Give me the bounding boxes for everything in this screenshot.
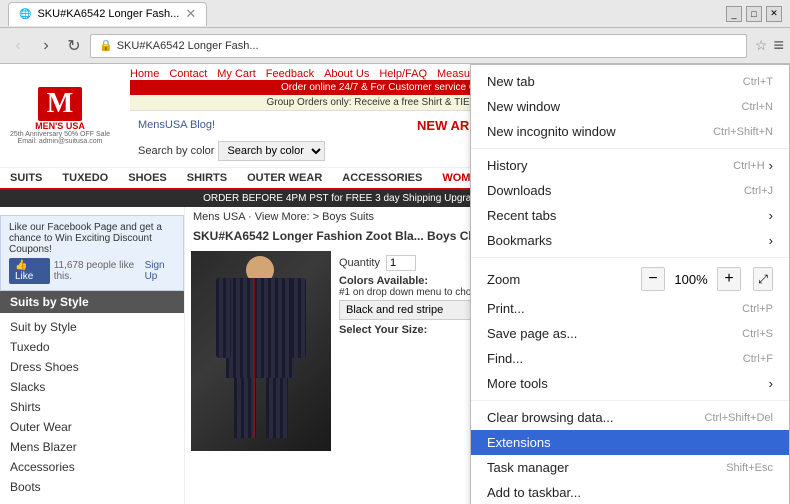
sidebar-item-accessories[interactable]: Accessories bbox=[0, 457, 184, 477]
nav-help[interactable]: Help/FAQ bbox=[379, 68, 427, 80]
sidebar-item-tuxedo[interactable]: Tuxedo bbox=[0, 337, 184, 357]
product-image bbox=[191, 251, 331, 451]
zoom-fullscreen-button[interactable]: ⤢ bbox=[753, 267, 773, 291]
facebook-like-button[interactable]: 👍 Like bbox=[9, 258, 50, 284]
nav-suits[interactable]: SUITS bbox=[0, 168, 52, 188]
tab-favicon: 🌐 bbox=[19, 9, 31, 20]
sidebar-item-suit-by-style[interactable]: Suit by Style bbox=[0, 317, 184, 337]
nav-home[interactable]: Home bbox=[130, 68, 159, 80]
nav-cart[interactable]: My Cart bbox=[217, 68, 256, 80]
logo-anniversary: 25th Anniversary 50% OFF Sale bbox=[10, 131, 110, 138]
nav-accessories[interactable]: ACCESSORIES bbox=[332, 168, 432, 188]
nav-about[interactable]: About Us bbox=[324, 68, 369, 80]
blog-link[interactable]: MensUSA Blog! bbox=[138, 119, 215, 131]
logo-letter: M bbox=[38, 87, 82, 121]
nav-shoes[interactable]: SHOES bbox=[118, 168, 177, 188]
menu-more-tools[interactable]: More tools › bbox=[471, 371, 789, 396]
menu-section-zoom: Zoom − 100% + ⤢ Print... Ctrl+P Save pag… bbox=[471, 258, 789, 401]
browser-frame: 🌐 SKU#KA6542 Longer Fash... ✕ _ □ ✕ ‹ › … bbox=[0, 0, 790, 504]
figure-right-leg bbox=[266, 378, 288, 438]
sidebar: Like our Facebook Page and get a chance … bbox=[0, 207, 185, 504]
nav-outer-wear[interactable]: OUTER WEAR bbox=[237, 168, 332, 188]
menu-bookmarks[interactable]: Bookmarks › bbox=[471, 228, 789, 253]
sidebar-item-dress-shoes[interactable]: Dress Shoes bbox=[0, 357, 184, 377]
sidebar-item-outer-wear[interactable]: Outer Wear bbox=[0, 417, 184, 437]
url-text: SKU#KA6542 Longer Fash... bbox=[117, 40, 259, 52]
figure-body bbox=[226, 278, 294, 378]
minimize-button[interactable]: _ bbox=[726, 6, 742, 22]
sidebar-item-mens-blazer[interactable]: Mens Blazer bbox=[0, 437, 184, 457]
security-icon: 🔒 bbox=[99, 39, 113, 52]
browser-tab[interactable]: 🌐 SKU#KA6542 Longer Fash... ✕ bbox=[8, 2, 207, 26]
zoom-plus-button[interactable]: + bbox=[717, 267, 741, 291]
search-by-color-label: Search by color bbox=[138, 145, 214, 157]
forward-button[interactable]: › bbox=[34, 34, 58, 58]
tab-title: SKU#KA6542 Longer Fash... bbox=[37, 8, 179, 20]
tab-close-button[interactable]: ✕ bbox=[185, 6, 196, 22]
back-button[interactable]: ‹ bbox=[6, 34, 30, 58]
menu-history[interactable]: History Ctrl+H › bbox=[471, 153, 789, 178]
menu-section-history: History Ctrl+H › Downloads Ctrl+J Recent… bbox=[471, 149, 789, 258]
menu-print[interactable]: Print... Ctrl+P bbox=[471, 296, 789, 321]
context-menu: New tab Ctrl+T New window Ctrl+N New inc… bbox=[470, 64, 790, 504]
menu-new-window[interactable]: New window Ctrl+N bbox=[471, 94, 789, 119]
facebook-box: Like our Facebook Page and get a chance … bbox=[0, 215, 184, 291]
window-controls: _ □ ✕ bbox=[726, 6, 782, 22]
logo-email: Email: admin@suitusa.com bbox=[18, 138, 103, 145]
facebook-count: 11,678 people like this. bbox=[54, 260, 141, 282]
chrome-menu-icon[interactable]: ≡ bbox=[773, 35, 784, 56]
nav-tuxedo[interactable]: TUXEDO bbox=[52, 168, 118, 188]
menu-find[interactable]: Find... Ctrl+F bbox=[471, 346, 789, 371]
menu-section-dev: Clear browsing data... Ctrl+Shift+Del Ex… bbox=[471, 401, 789, 504]
figure-left-arm bbox=[216, 278, 231, 358]
menu-save-page[interactable]: Save page as... Ctrl+S bbox=[471, 321, 789, 346]
address-bar[interactable]: 🔒 SKU#KA6542 Longer Fash... bbox=[90, 34, 747, 58]
figure-right-arm bbox=[291, 278, 306, 358]
close-button[interactable]: ✕ bbox=[766, 6, 782, 22]
logo-area: M MEN'S USA 25th Anniversary 50% OFF Sal… bbox=[10, 87, 110, 145]
nav-bar: ‹ › ↻ 🔒 SKU#KA6542 Longer Fash... ☆ ≡ bbox=[0, 28, 790, 64]
nav-shirts[interactable]: SHIRTS bbox=[177, 168, 237, 188]
menu-clear-browsing[interactable]: Clear browsing data... Ctrl+Shift+Del bbox=[471, 405, 789, 430]
sidebar-title: Suits by Style bbox=[0, 291, 184, 313]
title-bar: 🌐 SKU#KA6542 Longer Fash... ✕ _ □ ✕ bbox=[0, 0, 790, 28]
maximize-button[interactable]: □ bbox=[746, 6, 762, 22]
zoom-minus-button[interactable]: − bbox=[641, 267, 665, 291]
menu-downloads[interactable]: Downloads Ctrl+J bbox=[471, 178, 789, 203]
menu-section-new: New tab Ctrl+T New window Ctrl+N New inc… bbox=[471, 65, 789, 149]
reload-button[interactable]: ↻ bbox=[62, 34, 86, 58]
nav-feedback[interactable]: Feedback bbox=[266, 68, 314, 80]
sidebar-item-shirts[interactable]: Shirts bbox=[0, 397, 184, 417]
bookmark-star-icon[interactable]: ☆ bbox=[755, 37, 768, 54]
menu-task-manager[interactable]: Task manager Shift+Esc bbox=[471, 455, 789, 480]
menu-new-tab[interactable]: New tab Ctrl+T bbox=[471, 69, 789, 94]
menu-new-incognito[interactable]: New incognito window Ctrl+Shift+N bbox=[471, 119, 789, 144]
quantity-input[interactable] bbox=[386, 255, 416, 271]
menu-extensions[interactable]: Extensions bbox=[471, 430, 789, 455]
color-search-select[interactable]: Search by color bbox=[218, 141, 325, 161]
zoom-value: 100% bbox=[673, 272, 709, 287]
webpage: M MEN'S USA 25th Anniversary 50% OFF Sal… bbox=[0, 64, 790, 504]
facebook-text: Like our Facebook Page and get a chance … bbox=[9, 222, 175, 255]
figure-pinstripe bbox=[253, 278, 255, 438]
facebook-signup[interactable]: Sign Up bbox=[145, 260, 175, 282]
sidebar-item-boots[interactable]: Boots bbox=[0, 477, 184, 497]
zoom-label: Zoom bbox=[487, 272, 633, 287]
quantity-label: Quantity bbox=[339, 257, 380, 269]
zoom-row: Zoom − 100% + ⤢ bbox=[471, 262, 789, 296]
logo-name: MEN'S USA bbox=[35, 121, 85, 131]
nav-contact[interactable]: Contact bbox=[169, 68, 207, 80]
sidebar-item-slacks[interactable]: Slacks bbox=[0, 377, 184, 397]
menu-add-taskbar[interactable]: Add to taskbar... bbox=[471, 480, 789, 504]
menu-recent-tabs[interactable]: Recent tabs › bbox=[471, 203, 789, 228]
